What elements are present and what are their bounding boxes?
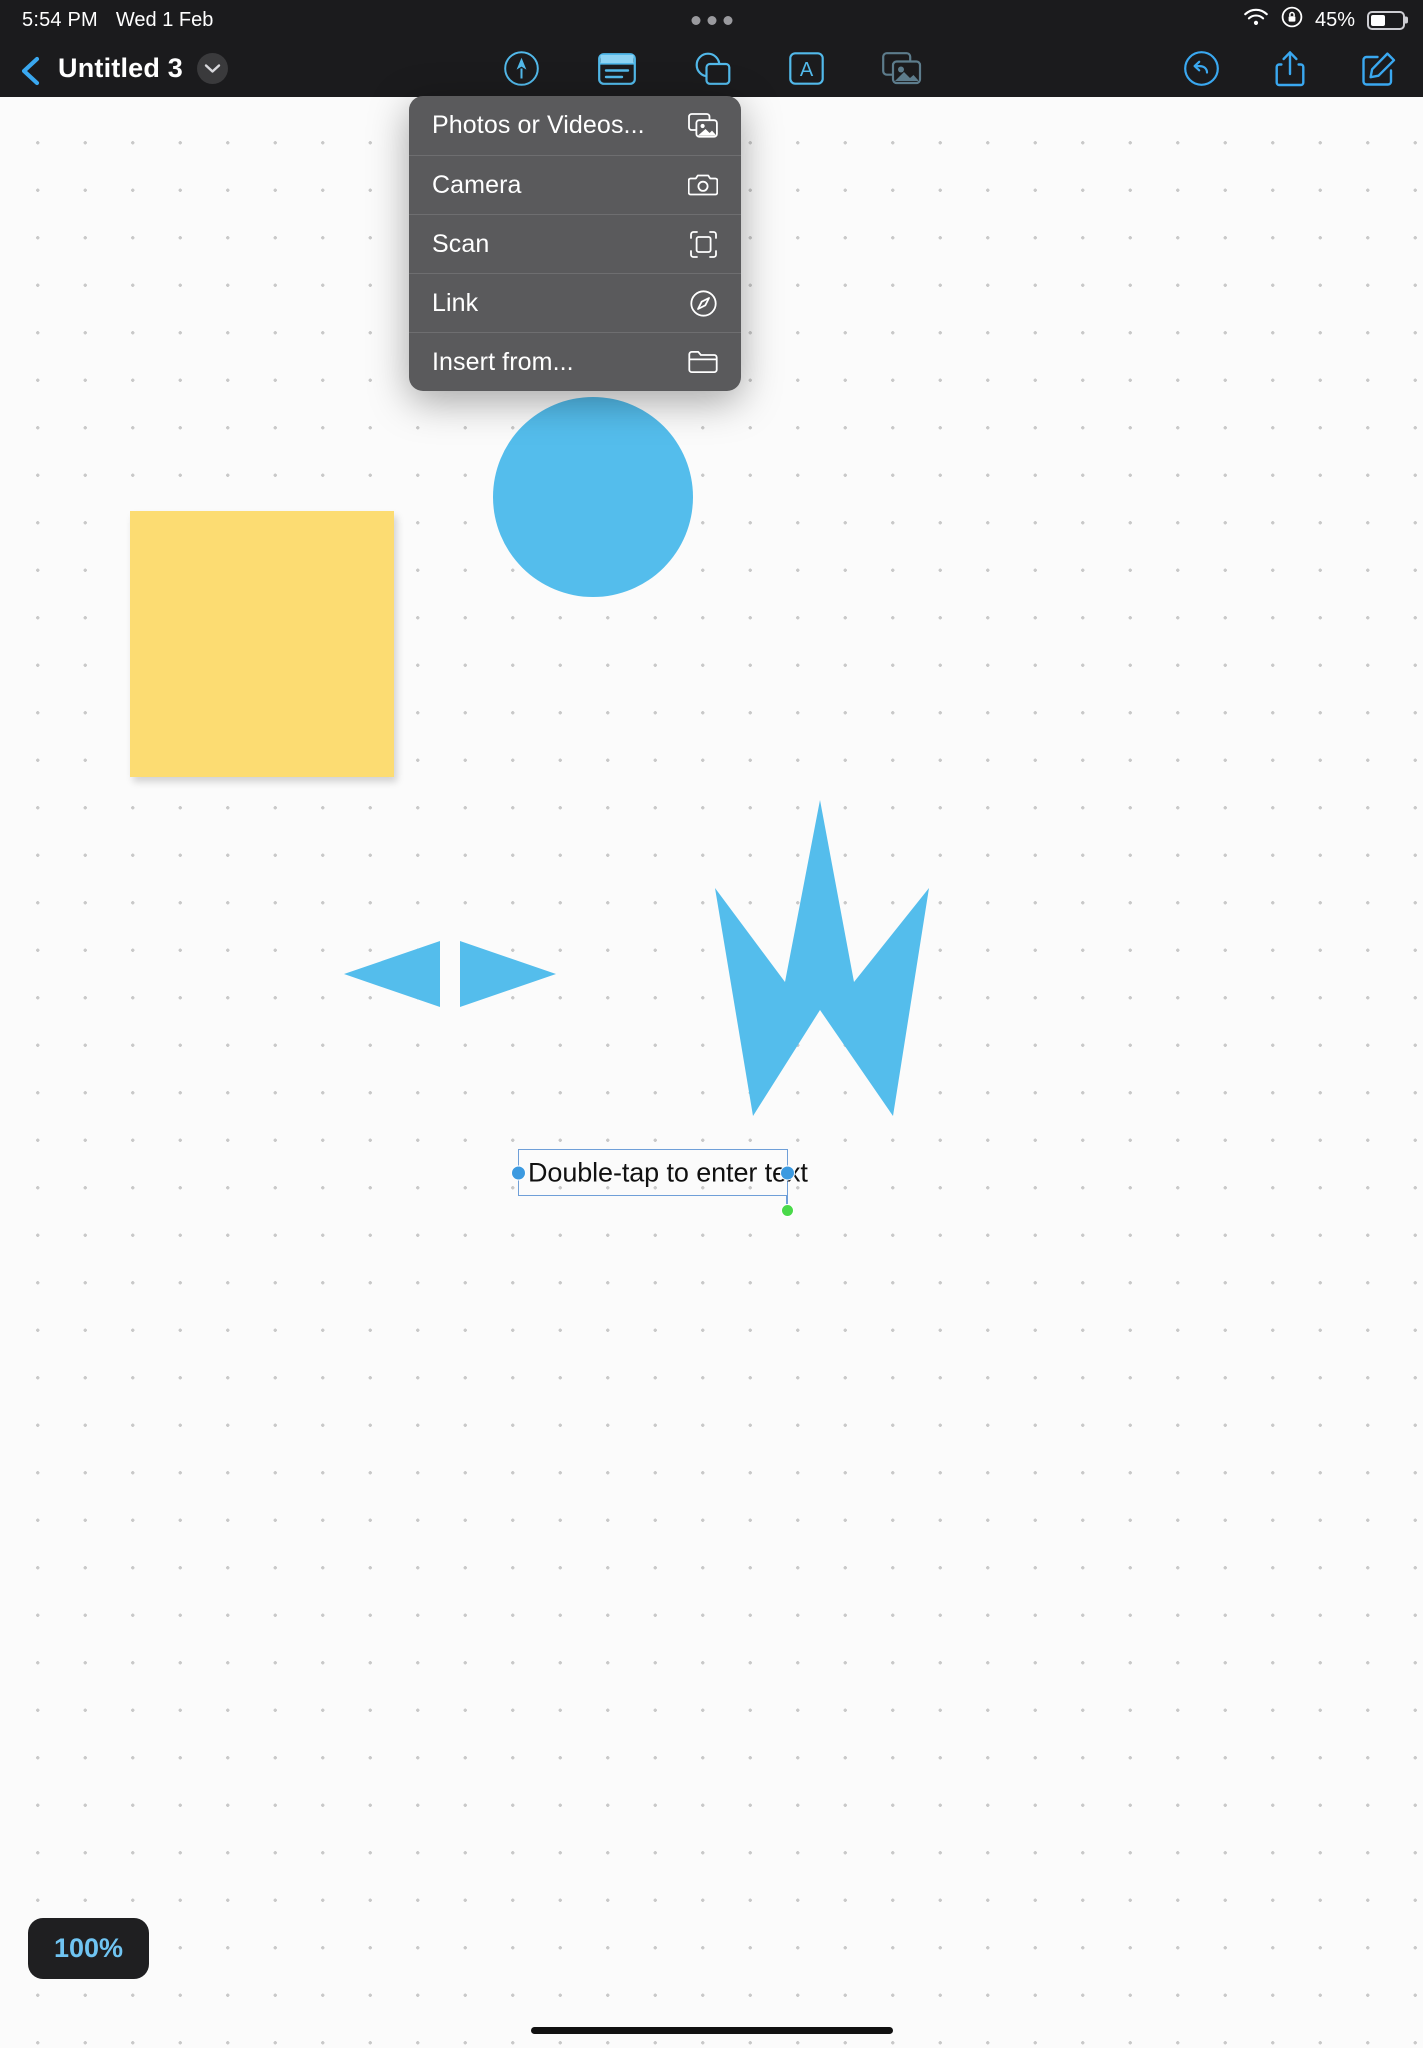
menu-item-label: Camera [432,170,522,199]
circle-shape[interactable] [493,397,693,597]
menu-item-label: Scan [432,229,490,258]
dot [723,15,732,25]
media-insert-menu[interactable]: Photos or Videos... Camera Scan Link Ins… [409,96,741,391]
status-bar-left: 5:54 PM Wed 1 Feb [22,9,213,32]
text-box-placeholder: Double-tap to enter text [528,1157,808,1187]
navigation-bar: Untitled 3 A [0,40,1423,97]
home-indicator[interactable] [530,2027,893,2034]
wifi-icon [1243,7,1269,33]
text-box-object[interactable]: Double-tap to enter text [511,1149,808,1217]
status-date: Wed 1 Feb [115,8,214,31]
compass-link-icon [687,288,719,318]
photos-icon [687,111,719,141]
menu-item-link[interactable]: Link [409,273,741,332]
sticky-note-tool[interactable] [595,49,639,89]
page-title[interactable]: Untitled 3 [58,53,183,84]
navbar-tools: A [500,40,924,97]
rotate-handle[interactable] [781,1204,794,1217]
svg-text:A: A [800,59,814,81]
zoom-level-badge[interactable]: 100% [28,1918,150,1979]
scan-icon [687,229,719,259]
folder-icon [687,347,719,377]
text-tool[interactable]: A [785,49,829,89]
menu-item-label: Insert from... [432,347,574,376]
dot [707,15,716,25]
status-bar-right: 45% [1243,6,1405,34]
menu-item-camera[interactable]: Camera [409,155,741,214]
double-arrow-shape[interactable] [344,863,556,1085]
media-tool[interactable] [880,49,924,89]
navbar-left: Untitled 3 [18,40,229,97]
camera-icon [687,170,719,200]
draw-tool[interactable] [500,49,544,89]
menu-item-scan[interactable]: Scan [409,214,741,273]
share-button[interactable] [1268,49,1312,89]
menu-item-insert-from[interactable]: Insert from... [409,332,741,391]
compose-button[interactable] [1357,49,1401,89]
menu-item-label: Photos or Videos... [432,111,645,139]
chevron-down-icon[interactable] [197,53,229,84]
resize-handle-right[interactable] [780,1165,795,1180]
menu-item-photos-or-videos[interactable]: Photos or Videos... [409,96,741,155]
status-bar: 5:54 PM Wed 1 Feb 45% [0,0,1423,40]
battery-icon [1367,10,1405,30]
multitasking-dots-icon[interactable] [691,15,732,25]
square-shape[interactable] [130,511,394,777]
rotation-lock-icon [1281,6,1303,34]
back-chevron-icon[interactable] [18,56,44,85]
shapes-tool[interactable] [690,49,734,89]
menu-item-label: Link [432,288,479,317]
undo-button[interactable] [1179,49,1223,89]
star-shape[interactable] [707,800,929,1116]
status-time: 5:54 PM [22,8,98,31]
resize-handle-left[interactable] [511,1165,526,1180]
battery-percent: 45% [1314,8,1355,31]
dot [691,15,700,25]
navbar-actions [1179,40,1401,97]
